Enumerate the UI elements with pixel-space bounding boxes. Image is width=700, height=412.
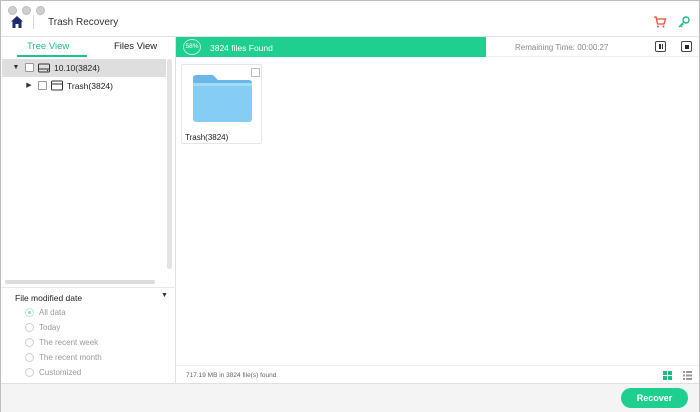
filter-title: File modified date xyxy=(15,293,83,303)
tree-item-volume[interactable]: ▼ 10.10(3824) xyxy=(2,59,166,77)
active-tab-indicator xyxy=(17,55,87,57)
radio-label: Today xyxy=(39,323,61,332)
file-card[interactable]: Trash(3824) xyxy=(181,64,262,144)
status-summary: 717.19 MB in 3824 file(s) found xyxy=(186,372,277,379)
files-found-text: 3824 files Found xyxy=(210,43,273,53)
folder-icon xyxy=(193,75,252,122)
chevron-down-icon[interactable]: ▼ xyxy=(161,292,168,299)
stop-button[interactable] xyxy=(681,41,692,52)
bottom-bar: Recover xyxy=(1,383,699,412)
grid-view-icon[interactable] xyxy=(663,371,672,380)
tree-item-checkbox[interactable] xyxy=(38,81,47,90)
radio-label: All data xyxy=(39,308,66,317)
key-icon[interactable] xyxy=(677,15,691,29)
radio-label: The recent week xyxy=(39,338,99,347)
tree-vertical-scrollbar[interactable] xyxy=(167,59,172,269)
radio-button[interactable] xyxy=(25,368,34,377)
tree-item-label: 10.10(3824) xyxy=(54,63,100,73)
trash-folder-icon xyxy=(51,80,63,91)
filter-option-today[interactable]: Today xyxy=(25,322,165,336)
radio-button[interactable] xyxy=(25,353,34,362)
title-bar: Trash Recovery xyxy=(1,1,699,37)
progress-percent: 58% xyxy=(185,43,199,50)
window-title: Trash Recovery xyxy=(48,17,119,28)
tree-item-trash[interactable]: ▶ Trash(3824) xyxy=(2,77,166,95)
radio-button[interactable] xyxy=(25,323,34,332)
tab-files-view[interactable]: Files View xyxy=(114,41,157,52)
radio-button[interactable] xyxy=(25,308,34,317)
window-controls xyxy=(8,6,45,15)
list-view-icon[interactable] xyxy=(683,371,692,380)
home-icon[interactable] xyxy=(10,15,24,29)
zoom-window-button[interactable] xyxy=(36,6,45,15)
title-separator xyxy=(33,15,34,29)
drive-icon xyxy=(38,63,50,73)
filter-option-all-data[interactable]: All data xyxy=(25,307,165,321)
pause-button[interactable] xyxy=(655,41,666,52)
filter-option-recent-month[interactable]: The recent month xyxy=(25,352,165,366)
filter-option-recent-week[interactable]: The recent week xyxy=(25,337,165,351)
panel-divider xyxy=(1,287,176,288)
tree-item-label: Trash(3824) xyxy=(67,81,113,91)
remaining-time: Remaining Time: 00:00:27 xyxy=(515,43,609,52)
radio-button[interactable] xyxy=(25,338,34,347)
tree-horizontal-scrollbar[interactable] xyxy=(5,280,155,284)
tree-item-checkbox[interactable] xyxy=(25,63,34,72)
filter-option-customized[interactable]: Customized xyxy=(25,367,165,381)
close-window-button[interactable] xyxy=(8,6,17,15)
recover-button[interactable]: Recover xyxy=(621,388,688,408)
minimize-window-button[interactable] xyxy=(22,6,31,15)
radio-label: Customized xyxy=(39,368,82,377)
scan-progress-bar: 58% 3824 files Found xyxy=(176,37,486,57)
chevron-right-icon[interactable]: ▶ xyxy=(25,82,33,90)
status-bar: 717.19 MB in 3824 file(s) found xyxy=(176,365,699,383)
tab-tree-view[interactable]: Tree View xyxy=(27,41,69,52)
file-card-label: Trash(3824) xyxy=(185,133,229,142)
left-panel: Tree View Files View ▼ 10.10(3824) ▶ Tra… xyxy=(1,37,176,383)
right-panel: 58% 3824 files Found Remaining Time: 00:… xyxy=(176,37,699,383)
chevron-down-icon[interactable]: ▼ xyxy=(12,64,20,72)
view-tabs: Tree View Files View xyxy=(1,37,176,57)
app-window: Trash Recovery Tree View Files View ▼ 10 xyxy=(0,0,700,412)
cart-icon[interactable] xyxy=(653,15,667,29)
radio-label: The recent month xyxy=(39,353,102,362)
